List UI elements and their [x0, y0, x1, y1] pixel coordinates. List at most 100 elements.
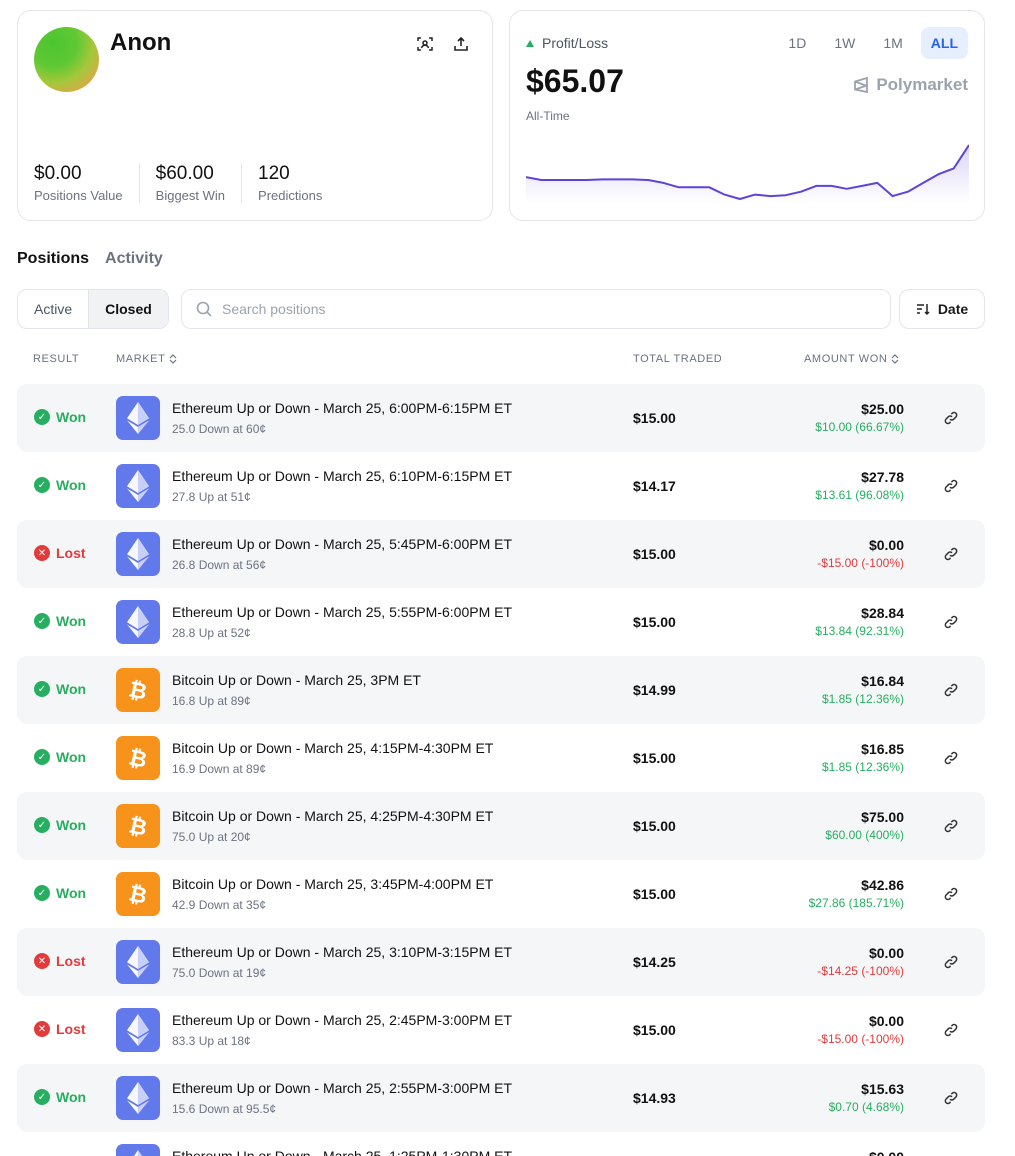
col-result: RESULT: [33, 353, 80, 365]
total-traded: $15.00: [633, 750, 676, 766]
link-icon[interactable]: [941, 476, 961, 496]
check-circle-icon: ✓: [34, 1089, 50, 1105]
market-title[interactable]: Ethereum Up or Down - March 25, 5:55PM-6…: [172, 604, 512, 620]
table-row[interactable]: ✓ Won ₿ Bitcoin Up or Down - March 25, 4:25…: [17, 792, 985, 860]
market-title[interactable]: Bitcoin Up or Down - March 25, 4:25PM-4:…: [172, 808, 493, 824]
brand-name: Polymarket: [876, 75, 968, 94]
col-traded: TOTAL TRADED: [633, 353, 723, 365]
svg-text:₿: ₿: [126, 881, 149, 907]
filter-active[interactable]: Active: [18, 290, 88, 328]
table-row[interactable]: ✕ Lost Ethereum Up or Down - March 25, 5:4…: [17, 520, 985, 588]
svg-text:₿: ₿: [126, 813, 149, 839]
market-position: 75.0 Down at 19¢: [172, 966, 267, 980]
amount-won-value: $16.84: [861, 673, 904, 689]
search-icon: [196, 301, 212, 317]
market-title[interactable]: Ethereum Up or Down - March 25, 6:00PM-6…: [172, 400, 512, 416]
col-market-label: MARKET: [116, 353, 166, 365]
result-label: Lost: [56, 545, 86, 561]
check-circle-icon: ✓: [34, 409, 50, 425]
table-row[interactable]: ✕LostEthereum Up or Down - March 25, 1:2…: [17, 1132, 985, 1156]
market-title[interactable]: Bitcoin Up or Down - March 25, 3:45PM-4:…: [172, 876, 493, 892]
result-label: Lost: [56, 953, 86, 969]
result-label: Won: [56, 477, 87, 493]
market-title[interactable]: Ethereum Up or Down - March 25, 1:25PM-1…: [172, 1148, 512, 1156]
result-label: Won: [56, 749, 87, 765]
link-icon[interactable]: [941, 748, 961, 768]
amount-won-change: $13.61 (96.08%): [815, 488, 904, 502]
stat-label: Positions Value: [34, 188, 123, 203]
amount-won-change: $1.85 (12.36%): [821, 692, 904, 706]
share-icon[interactable]: [449, 32, 473, 56]
link-icon[interactable]: [941, 884, 961, 904]
table-row[interactable]: ✓ Won Ethereum Up or Down - March 25, 2:55…: [17, 1064, 985, 1132]
table-row[interactable]: ✕ Lost Ethereum Up or Down - March 25, 3:1…: [17, 928, 985, 996]
market-title[interactable]: Ethereum Up or Down - March 25, 5:45PM-6…: [172, 536, 512, 552]
sort-button[interactable]: Date: [899, 289, 985, 329]
result-label: Won: [56, 409, 87, 425]
col-won[interactable]: AMOUNT WON: [804, 353, 899, 365]
link-icon[interactable]: [941, 1088, 961, 1108]
market-title[interactable]: Ethereum Up or Down - March 25, 6:10PM-6…: [172, 468, 512, 484]
amount-won-change: $13.84 (92.31%): [815, 624, 904, 638]
range-1w[interactable]: 1W: [824, 27, 865, 59]
avatar[interactable]: [34, 27, 99, 92]
link-icon[interactable]: [941, 816, 961, 836]
market-title[interactable]: Ethereum Up or Down - March 25, 2:45PM-3…: [172, 1012, 512, 1028]
table-row[interactable]: ✓ Won Ethereum Up or Down - March 25, 5:55…: [17, 588, 985, 656]
market-title[interactable]: Bitcoin Up or Down - March 25, 4:15PM-4:…: [172, 740, 493, 756]
table-row[interactable]: ✓ Won ₿ Bitcoin Up or Down - March 25, 3:45…: [17, 860, 985, 928]
result-badge: ✓ Won: [34, 749, 86, 765]
market-title[interactable]: Ethereum Up or Down - March 25, 2:55PM-3…: [172, 1080, 512, 1096]
main-tabs: Positions Activity: [17, 250, 163, 268]
profile-card: Anon $0.00 Positions Value $60.00 Bigges…: [17, 10, 493, 221]
table-row[interactable]: ✓ Won Ethereum Up or Down - March 25, 6:10…: [17, 452, 985, 520]
pnl-chart: [526, 144, 969, 203]
amount-won-change: $27.86 (185.71%): [808, 896, 904, 910]
link-icon[interactable]: [941, 1020, 961, 1040]
link-icon[interactable]: [941, 952, 961, 972]
range-1m[interactable]: 1M: [873, 27, 912, 59]
bitcoin-icon: ₿: [116, 668, 160, 712]
total-traded: $15.00: [633, 886, 676, 902]
svg-text:₿: ₿: [126, 677, 149, 703]
result-label: Won: [56, 681, 87, 697]
stat-label: Biggest Win: [155, 188, 226, 203]
search-input[interactable]: [222, 301, 822, 317]
bitcoin-icon: ₿: [116, 804, 160, 848]
check-circle-icon: ✓: [34, 885, 50, 901]
amount-won-value: $28.84: [861, 605, 904, 621]
link-icon[interactable]: [941, 680, 961, 700]
check-circle-icon: ✓: [34, 477, 50, 493]
ethereum-icon: [116, 464, 160, 508]
range-1d[interactable]: 1D: [778, 27, 816, 59]
table-header: RESULT MARKET TOTAL TRADED AMOUNT WON: [17, 353, 985, 367]
pnl-card: Profit/Loss $65.07 All-Time 1D 1W 1M ALL…: [509, 10, 985, 221]
market-title[interactable]: Bitcoin Up or Down - March 25, 3PM ET: [172, 672, 421, 688]
market-title[interactable]: Ethereum Up or Down - March 25, 3:10PM-3…: [172, 944, 512, 960]
x-circle-icon: ✕: [34, 545, 50, 561]
tab-activity[interactable]: Activity: [105, 250, 163, 268]
range-selector: 1D 1W 1M ALL: [778, 27, 968, 59]
amount-won-value: $0.00: [868, 1013, 904, 1029]
tab-positions[interactable]: Positions: [17, 250, 89, 268]
table-row[interactable]: ✓ Won ₿ Bitcoin Up or Down - March 25, 4:15…: [17, 724, 985, 792]
link-icon[interactable]: [941, 612, 961, 632]
amount-won: $27.78 $13.61 (96.08%): [815, 469, 904, 502]
filter-closed[interactable]: Closed: [88, 290, 168, 328]
range-all[interactable]: ALL: [920, 27, 968, 59]
qr-scan-icon[interactable]: [413, 32, 437, 56]
col-market[interactable]: MARKET: [116, 353, 177, 365]
result-badge: ✕ Lost: [34, 545, 86, 561]
amount-won-change: -$15.00 (-100%): [817, 1032, 904, 1046]
link-icon[interactable]: [941, 544, 961, 564]
up-triangle-icon: [526, 39, 534, 47]
amount-won: $16.85 $1.85 (12.36%): [822, 741, 904, 774]
link-icon[interactable]: [941, 408, 961, 428]
amount-won-change: $0.70 (4.68%): [828, 1100, 904, 1114]
table-row[interactable]: ✓ Won ₿ Bitcoin Up or Down - March 25, 3PM …: [17, 656, 985, 724]
brand: Polymarket: [852, 75, 968, 95]
result-label: Won: [56, 1089, 87, 1105]
table-row[interactable]: ✓ Won Ethereum Up or Down - March 25, 6:00…: [17, 384, 985, 452]
total-traded: $15.00: [633, 818, 676, 834]
table-row[interactable]: ✕ Lost Ethereum Up or Down - March 25, 2:4…: [17, 996, 985, 1064]
